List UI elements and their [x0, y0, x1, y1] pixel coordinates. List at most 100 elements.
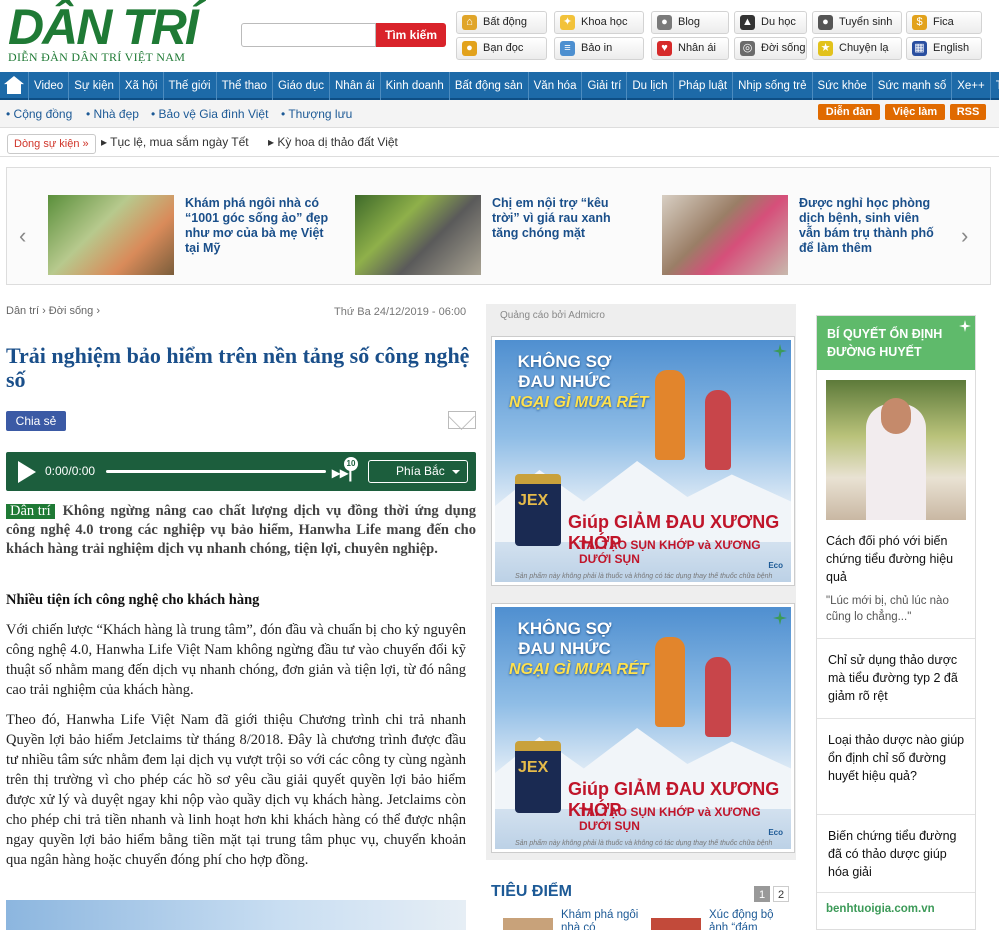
article-paragraph: Theo đó, Hanwha Life Việt Nam đã giới th…: [6, 712, 466, 868]
search-input[interactable]: [241, 23, 376, 47]
main-nav: Video Sự kiện Xã hội Thế giới Thể thao G…: [0, 72, 999, 100]
panel-feature-title[interactable]: Cách đối phó với biến chứng tiểu đường h…: [826, 532, 971, 586]
ad-banner[interactable]: KHÔNG SỢ ĐAU NHỨC NGẠI GÌ MƯA RÉT JEX Gi…: [491, 336, 795, 586]
nav-item-nhan-ai[interactable]: Nhân ái: [329, 72, 380, 100]
nav-item-nhip-song-tre[interactable]: Nhịp sống trẻ: [732, 72, 811, 100]
subnav-label: Bảo vệ Gia đình Việt: [158, 107, 269, 121]
bulb-icon: ✦: [560, 15, 575, 30]
page-2-button[interactable]: 2: [773, 886, 789, 902]
nav-item-van-hoa[interactable]: Văn hóa: [527, 72, 582, 100]
tieu-diem-thumb[interactable]: [651, 918, 701, 930]
featured-title[interactable]: Được nghỉ học phòng dịch bệnh, sinh viên…: [799, 196, 944, 256]
quicklink-label: Du học: [761, 16, 796, 28]
panel-link[interactable]: Biến chứng tiểu đường đã có thảo dược gi…: [828, 827, 968, 881]
panel-link[interactable]: Chỉ sử dụng thảo dược mà tiểu đường typ …: [828, 651, 968, 705]
quicklink-khoa-hoc[interactable]: ✦ Khoa học: [554, 11, 644, 34]
tieu-diem-thumb[interactable]: [503, 918, 553, 930]
nav-item-bat-dong-san[interactable]: Bất động sản: [448, 72, 528, 100]
event-item[interactable]: ▸ Kỳ hoa dị thảo đất Việt: [268, 135, 398, 149]
ad-brand: Eco: [768, 828, 783, 837]
tieu-diem-link[interactable]: Xúc động bộ ảnh “đám: [709, 909, 789, 930]
event-item[interactable]: ▸ Tục lệ, mua sắm ngày Tết: [101, 135, 249, 149]
play-icon[interactable]: [18, 461, 36, 483]
dien-dan-button[interactable]: Diễn đàn: [818, 104, 880, 120]
money-icon: $: [912, 15, 927, 30]
event-label: Kỳ hoa dị thảo đất Việt: [277, 135, 398, 149]
featured-image[interactable]: [355, 195, 481, 275]
featured-title[interactable]: Chị em nội trợ “kêu trời” vì giá rau xan…: [492, 196, 637, 241]
quicklink-chuyen-la[interactable]: ★ Chuyện lạ: [812, 37, 902, 60]
panel-link[interactable]: Loại thảo dược nào giúp ổn định chỉ số đ…: [828, 731, 968, 785]
quicklink-fica[interactable]: $ Fica: [906, 11, 982, 34]
product-name: JEX: [518, 759, 549, 776]
quicklink-bat-dong-san[interactable]: ⌂Bất động sản: [456, 11, 547, 49]
email-icon[interactable]: [448, 411, 476, 429]
nav-item-giao-duc[interactable]: Giáo dục: [271, 72, 329, 100]
panel-heading[interactable]: BÍ QUYẾT ỔN ĐỊNH ĐƯỜNG HUYẾT: [817, 316, 975, 370]
ad-disclaimer: Sản phẩm này không phải là thuốc và khôn…: [515, 840, 773, 847]
site-logo[interactable]: DÂN TRÍ: [8, 2, 199, 52]
nav-item-kinh-doanh[interactable]: Kinh doanh: [379, 72, 449, 100]
nav-item-su-kien[interactable]: Sự kiện: [68, 72, 119, 100]
home-icon[interactable]: [4, 76, 24, 94]
featured-image[interactable]: [662, 195, 788, 275]
quicklink-doi-song[interactable]: ◎ Đời sống: [734, 37, 807, 60]
nav-item-giai-tri[interactable]: Giải trí: [581, 72, 626, 100]
chevron-right-icon[interactable]: ›: [961, 223, 968, 249]
nav-item-xe[interactable]: Xe++: [951, 72, 990, 100]
nav-item-du-lich[interactable]: Du lịch: [626, 72, 672, 100]
quicklink-du-hoc[interactable]: ▲ Du học: [734, 11, 807, 34]
nav-item-the-gioi[interactable]: Thế giới: [162, 72, 216, 100]
subnav-item-nha-dep[interactable]: • Nhà đẹp: [86, 107, 139, 121]
quicklink-ban-doc[interactable]: ● Bạn đọc: [456, 37, 547, 60]
ads-label: Quảng cáo bởi Admicro: [500, 310, 605, 321]
star-icon: ★: [818, 41, 833, 56]
panel-source-link[interactable]: benhtuoigia.com.vn: [826, 903, 935, 915]
divider: [817, 892, 975, 893]
divider: [817, 638, 975, 639]
chevron-left-icon[interactable]: ‹: [19, 223, 26, 249]
quicklink-label: Tuyển sinh: [839, 16, 893, 28]
voice-select[interactable]: Phía Bắc: [368, 460, 468, 483]
share-button[interactable]: Chia sẻ: [6, 411, 66, 431]
rss-button[interactable]: RSS: [950, 104, 986, 120]
viec-lam-button[interactable]: Việc làm: [885, 104, 945, 120]
quicklink-label: Nhân ái: [678, 42, 716, 54]
nav-item-the-thao[interactable]: Thể thao: [215, 72, 272, 100]
nav-item-tinh-yeu[interactable]: Tình yêu: [989, 72, 999, 100]
nav-item-xa-hoi[interactable]: Xã hội: [118, 72, 163, 100]
lead-text: Không ngừng nâng cao chất lượng dịch vụ …: [6, 503, 477, 557]
ad-banner[interactable]: KHÔNG SỢ ĐAU NHỨC NGẠI GÌ MƯA RÉT JEX Gi…: [491, 603, 795, 853]
quicklink-bao-in[interactable]: ≡ Bảo in: [554, 37, 644, 60]
search-button[interactable]: Tìm kiếm: [376, 23, 446, 47]
featured-title[interactable]: Khám phá ngôi nhà có “1001 góc sống ảo” …: [185, 196, 330, 256]
nav-item-suc-manh-so[interactable]: Sức mạnh số: [871, 72, 951, 100]
ad-headline: KHÔNG SỢ ĐAU NHỨC: [517, 619, 612, 658]
panel-photo[interactable]: [826, 380, 966, 520]
life-icon: ◎: [740, 41, 755, 56]
audio-player: 0:00/0:00 ▸▸| 10 Phía Bắc: [6, 452, 476, 491]
student-icon: ●: [818, 15, 833, 30]
nav-item-phap-luat[interactable]: Pháp luật: [672, 72, 733, 100]
subnav-item-cong-dong[interactable]: • Cộng đồng: [6, 107, 72, 121]
quicklink-label: English: [933, 42, 970, 54]
quicklink-blog[interactable]: ● Blog: [651, 11, 729, 34]
article-image: [6, 900, 466, 930]
quicklink-label: Fica: [933, 16, 954, 28]
subnav-item-thuong-luu[interactable]: • Thượng lưu: [281, 107, 352, 121]
nav-item-suc-khoe[interactable]: Sức khỏe: [811, 72, 872, 100]
subnav-item-bao-ve-gia-dinh[interactable]: • Bảo vệ Gia đình Việt: [151, 107, 268, 121]
nav-item-video[interactable]: Video: [28, 72, 68, 100]
page-1-button[interactable]: 1: [754, 886, 770, 902]
product-jar-image: JEX: [515, 741, 561, 813]
featured-image[interactable]: [48, 195, 174, 275]
quicklink-english[interactable]: ▦ English: [906, 37, 982, 60]
quicklink-tuyen-sinh[interactable]: ● Tuyển sinh: [812, 11, 902, 34]
progress-bar[interactable]: [106, 470, 326, 473]
tieu-diem-link[interactable]: Khám phá ngôi nhà có: [561, 909, 641, 930]
breadcrumb[interactable]: Dân trí › Đời sống ›: [6, 305, 100, 317]
events-label[interactable]: Dòng sự kiện »: [7, 134, 96, 154]
quicklink-nhan-ai[interactable]: ♥ Nhân ái: [651, 37, 729, 60]
article-title: Trải nghiệm bảo hiểm trên nền tảng số cô…: [6, 343, 470, 392]
hikers-image: [635, 631, 755, 751]
